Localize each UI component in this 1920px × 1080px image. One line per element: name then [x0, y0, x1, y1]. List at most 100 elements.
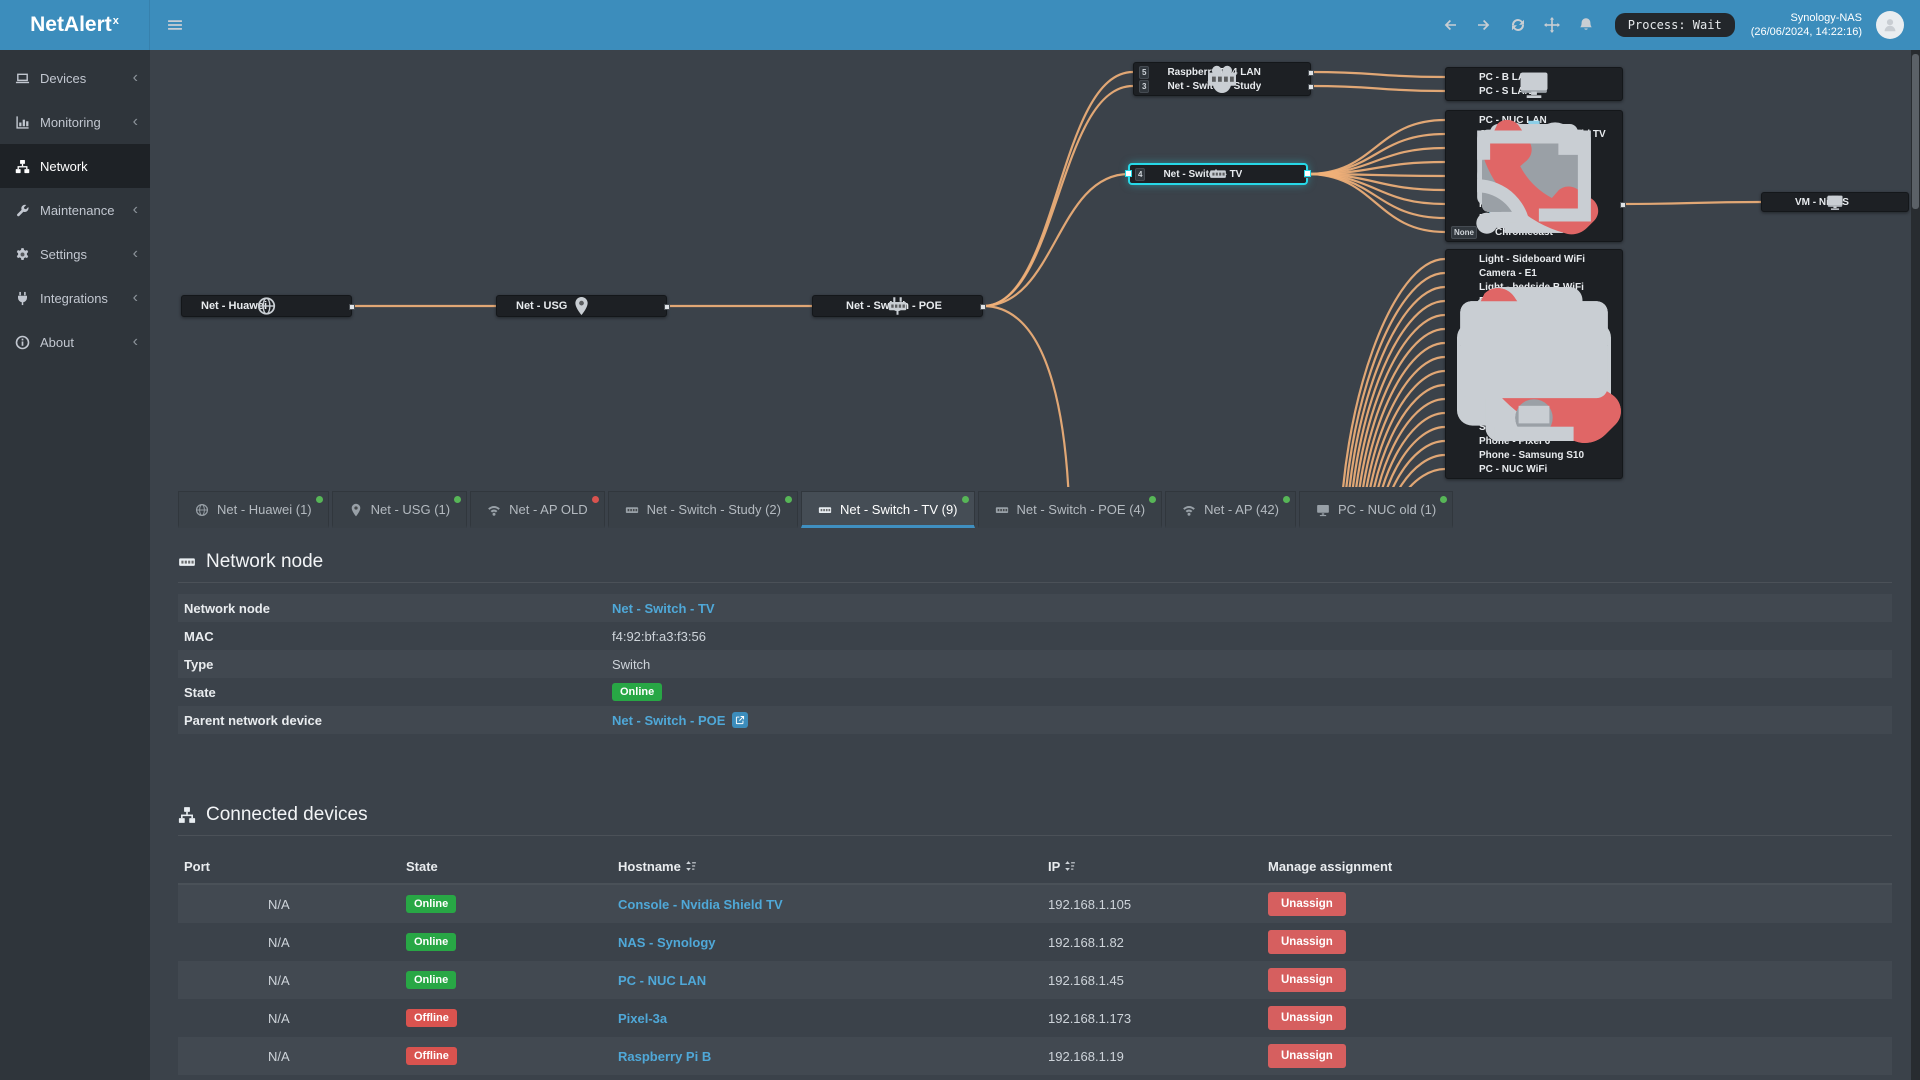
diagram-node-poe[interactable]: Net - Switch - POE	[812, 295, 986, 317]
parent-node-link[interactable]: Net - Switch - POE	[612, 713, 725, 728]
external-link-icon[interactable]	[732, 712, 749, 728]
state-badge: Online	[406, 933, 457, 951]
pin-icon	[349, 503, 363, 517]
sidebar-item-label: Settings	[40, 246, 87, 262]
tab-net-ap-old[interactable]: Net - AP OLD	[470, 491, 605, 528]
scrollbar-thumb[interactable]	[1912, 54, 1919, 209]
nav-forward-button[interactable]	[1467, 0, 1501, 50]
refresh-button[interactable]	[1501, 0, 1535, 50]
column-header-ip[interactable]: IP	[1048, 859, 1268, 874]
chevron-left-icon: ‹	[132, 333, 138, 350]
globe-icon	[187, 297, 276, 315]
column-header-hostname[interactable]: Hostname	[618, 859, 1048, 874]
hostname-link[interactable]: Console - Nvidia Shield TV	[618, 897, 783, 912]
selection-handle[interactable]	[1304, 170, 1311, 177]
diagram-device-row[interactable]: PC - NUC WiFi	[1451, 301, 1617, 476]
brand-sup: x	[112, 14, 119, 27]
sidebar-item-integrations[interactable]: Integrations ‹	[0, 276, 150, 320]
network-node-table: Network node Net - Switch - TV MAC f4:92:bf…	[178, 594, 1892, 734]
tab-net-usg-1[interactable]: Net - USG (1)	[331, 491, 468, 528]
sidebar-toggle-button[interactable]	[158, 0, 192, 50]
diagram-edges	[351, 70, 1762, 487]
sidebar-item-network[interactable]: Network	[0, 144, 150, 188]
cell-ip: 192.168.1.105	[1048, 896, 1132, 912]
column-header-manage-assignment: Manage assignment	[1268, 859, 1393, 874]
sidebar-item-about[interactable]: About ‹	[0, 320, 150, 364]
network-edge	[1342, 257, 1446, 487]
diagram-device-row[interactable]: Net - Huawei	[187, 297, 346, 315]
cell-ip: 192.168.1.45	[1048, 972, 1124, 988]
sort-icon[interactable]	[685, 860, 697, 872]
diagram-device-row[interactable]: Net - Switch - POE	[818, 297, 977, 315]
tab-label: Net - Switch - Study (2)	[646, 502, 781, 517]
network-edge	[1310, 70, 1446, 79]
network-tabs: Net - Huawei (1) Net - USG (1) Net - AP OL…	[178, 491, 1920, 528]
hostname-link[interactable]: Raspberry Pi B	[618, 1049, 711, 1064]
column-header-state: State	[406, 859, 438, 874]
diagram-device-row[interactable]: PC - S LAN	[1451, 72, 1617, 98]
unassign-button[interactable]: Unassign	[1268, 930, 1346, 954]
tab-label: Net - USG (1)	[370, 502, 451, 517]
chevron-left-icon: ‹	[132, 245, 138, 262]
diagram-node-topbox[interactable]: 5Raspberry Pi 4 LAN3Net - Switch - Study	[1133, 62, 1314, 96]
tab-net-huawei-1[interactable]: Net - Huawei (1)	[178, 491, 329, 528]
unassign-button[interactable]: Unassign	[1268, 1044, 1346, 1068]
info-value: f4:92:bf:a3:f3:56	[612, 628, 706, 644]
diagram-device-row[interactable]: NoneChromecast	[1451, 130, 1617, 239]
brand-text: NetAlert	[30, 13, 112, 36]
sidebar-item-monitoring[interactable]: Monitoring ‹	[0, 100, 150, 144]
cell-ip: 192.168.1.173	[1048, 1010, 1132, 1026]
diagram-node-vm[interactable]: VM - NixOS	[1761, 192, 1909, 212]
unassign-button[interactable]: Unassign	[1268, 968, 1346, 992]
network-edge	[982, 70, 1134, 308]
diagram-node-wifibox[interactable]: Light - Sideboard WiFiCamera - E1Light -…	[1445, 249, 1623, 479]
tab-net-switch-poe-4[interactable]: Net - Switch - POE (4)	[977, 491, 1163, 528]
status-dot	[454, 496, 462, 503]
arrow-left-icon	[1442, 17, 1458, 33]
gear-icon	[15, 247, 30, 262]
status-dot	[1283, 496, 1290, 503]
divider	[178, 582, 1892, 583]
network-node-link[interactable]: Net - Switch - TV	[612, 601, 715, 616]
avatar[interactable]	[1876, 11, 1904, 39]
diagram-node-usg[interactable]: Net - USG	[496, 295, 670, 317]
pin-icon	[502, 297, 588, 315]
connector-port	[1308, 70, 1314, 76]
diagram-node-midbox[interactable]: PC - NUC LANConsole - Nvidia Shield TVHu…	[1445, 110, 1626, 242]
app-logo[interactable]: NetAlert x	[0, 0, 150, 50]
diagram-node-huawei[interactable]: Net - Huawei	[181, 295, 355, 317]
network-node-section-icon	[178, 553, 196, 571]
devices-table-header: Port State Hostname IP Manage assignment	[178, 850, 1892, 885]
notifications-button[interactable]	[1569, 0, 1603, 50]
sitemap-icon	[15, 159, 30, 174]
nav-back-button[interactable]	[1433, 0, 1467, 50]
tab-net-ap-42[interactable]: Net - AP (42)	[1165, 491, 1296, 528]
diagram-device-row[interactable]: Net - USG	[502, 297, 661, 315]
scrollbar[interactable]	[1911, 50, 1920, 1080]
diagram-node-tv[interactable]: 4 Net - Switch - TV	[1125, 164, 1311, 184]
sidebar-item-maintenance[interactable]: Maintenance ‹	[0, 188, 150, 232]
monitor-icon	[1460, 301, 1608, 474]
cell-port: N/A	[268, 934, 290, 950]
unassign-button[interactable]: Unassign	[1268, 892, 1346, 916]
sidebar-item-devices[interactable]: Devices ‹	[0, 56, 150, 100]
diagram-device-row[interactable]: 3Net - Switch - Study	[1139, 72, 1305, 93]
hostname-link[interactable]: Pixel-3a	[618, 1011, 667, 1026]
move-button[interactable]	[1535, 0, 1569, 50]
sidebar-item-settings[interactable]: Settings ‹	[0, 232, 150, 276]
unassign-button[interactable]: Unassign	[1268, 1006, 1346, 1030]
sidebar-item-label: Maintenance	[40, 202, 115, 218]
hostname-link[interactable]: NAS - Synology	[618, 935, 716, 950]
info-label: Parent network device	[184, 712, 322, 728]
tab-net-switch-tv-9[interactable]: Net - Switch - TV (9)	[801, 491, 975, 528]
diagram-node-pcbs[interactable]: PC - B LAN PC - S LAN	[1445, 67, 1623, 101]
selection-handle[interactable]	[1125, 170, 1132, 177]
tab-pc-nuc-old-1[interactable]: PC - NUC old (1)	[1299, 491, 1454, 528]
diagram-device-row[interactable]: VM - NixOS	[1767, 195, 1903, 210]
hostname-link[interactable]: PC - NUC LAN	[618, 973, 706, 988]
eth-icon	[818, 503, 832, 517]
eth-icon	[832, 301, 907, 311]
tab-net-switch-study-2[interactable]: Net - Switch - Study (2)	[607, 491, 798, 528]
sort-icon[interactable]	[1064, 860, 1076, 872]
diagram-device-row[interactable]: 4 Net - Switch - TV	[1135, 167, 1301, 181]
